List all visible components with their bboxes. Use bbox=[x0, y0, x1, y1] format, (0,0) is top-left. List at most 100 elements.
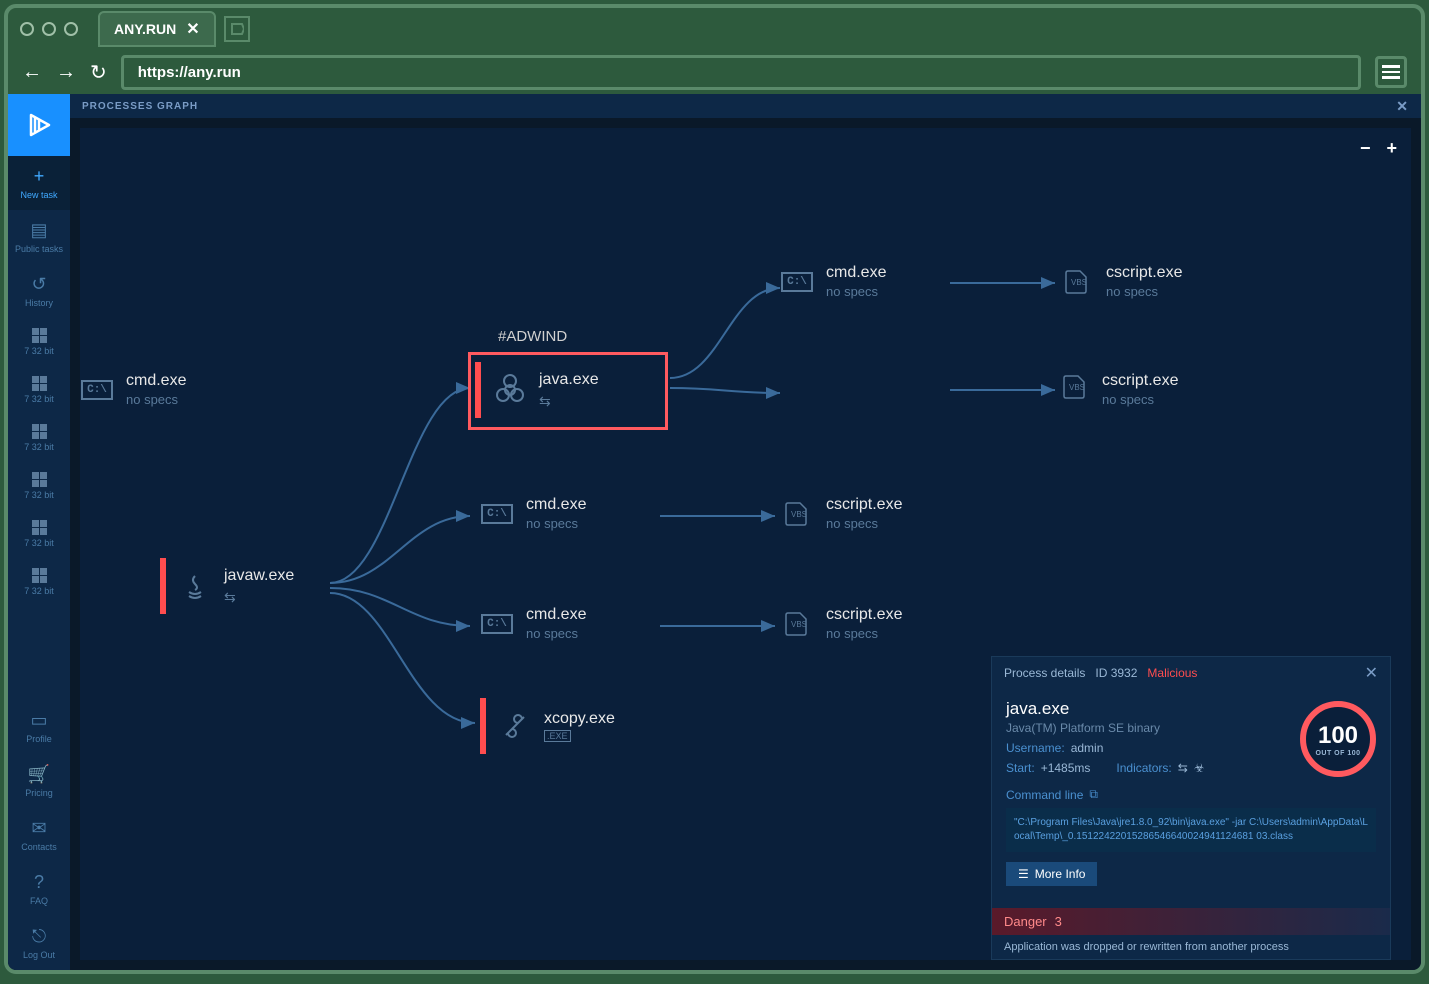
dot[interactable] bbox=[64, 22, 78, 36]
process-node-java[interactable]: java.exe ⇆ bbox=[475, 362, 599, 418]
copy-icon[interactable]: ⧉ bbox=[1089, 787, 1098, 802]
reload-icon[interactable]: ↻ bbox=[90, 60, 107, 85]
back-icon[interactable]: ← bbox=[22, 61, 42, 84]
zoom-out-icon[interactable]: − bbox=[1360, 138, 1371, 159]
sidebar-vm[interactable]: 7 32 bit bbox=[8, 462, 70, 510]
svg-text:VBS: VBS bbox=[791, 620, 807, 629]
svg-text:VBS: VBS bbox=[1069, 383, 1085, 392]
plus-icon: + bbox=[34, 166, 45, 187]
process-node-cmd[interactable]: C:\ cmd.exeno specs bbox=[780, 264, 886, 299]
sidebar-label: 7 32 bit bbox=[24, 538, 54, 548]
menu-icon[interactable] bbox=[1375, 56, 1407, 88]
malware-indicator bbox=[160, 558, 166, 614]
sidebar-logout[interactable]: ⎋Log Out bbox=[8, 916, 70, 970]
close-icon[interactable]: ✕ bbox=[186, 19, 199, 39]
process-node-xcopy[interactable]: xcopy.exe .EXE bbox=[480, 698, 615, 754]
process-node-cscript[interactable]: VBS cscript.exe no specs bbox=[780, 606, 902, 641]
more-info-button[interactable]: ☰ More Info bbox=[1006, 862, 1097, 886]
forward-icon[interactable]: → bbox=[56, 61, 76, 84]
graph-area[interactable]: − + bbox=[80, 128, 1411, 960]
sidebar-contacts[interactable]: ✉Contacts bbox=[8, 808, 70, 862]
sidebar-vm[interactable]: 7 32 bit bbox=[8, 414, 70, 462]
node-name: cscript.exe bbox=[1102, 372, 1178, 390]
mail-icon: ✉ bbox=[31, 818, 46, 839]
network-icon: ⇆ bbox=[1178, 761, 1188, 775]
close-icon[interactable]: ✕ bbox=[1365, 663, 1378, 683]
sidebar-label: 7 32 bit bbox=[24, 346, 54, 356]
process-node-cmd[interactable]: C:\ cmd.exeno specs bbox=[480, 496, 586, 531]
browser-frame: ANY.RUN ✕ ← → ↻ https://any.run + New ta… bbox=[4, 4, 1425, 974]
sidebar-label: 7 32 bit bbox=[24, 442, 54, 452]
close-icon[interactable]: ✕ bbox=[1396, 98, 1409, 115]
logo-icon[interactable] bbox=[8, 94, 70, 156]
details-title: Process details bbox=[1004, 666, 1085, 680]
details-pid: ID 3932 bbox=[1095, 666, 1137, 680]
browser-tab[interactable]: ANY.RUN ✕ bbox=[98, 11, 216, 47]
vbs-icon: VBS bbox=[1060, 372, 1090, 407]
sidebar-vm[interactable]: 7 32 bit bbox=[8, 558, 70, 606]
process-details-panel: Process details ID 3932 Malicious ✕ java… bbox=[991, 656, 1391, 960]
windows-icon bbox=[32, 520, 47, 535]
score-value: 100 bbox=[1318, 722, 1358, 750]
windows-icon bbox=[32, 472, 47, 487]
node-name: xcopy.exe bbox=[544, 710, 615, 728]
node-name: cscript.exe bbox=[1106, 264, 1182, 282]
sidebar-vm[interactable]: 7 32 bit bbox=[8, 366, 70, 414]
zoom-in-icon[interactable]: + bbox=[1386, 138, 1397, 159]
danger-label: Danger bbox=[1004, 914, 1047, 929]
process-node-cscript[interactable]: VBS cscript.exe no specs bbox=[1060, 372, 1178, 407]
url-bar[interactable]: https://any.run bbox=[121, 55, 1361, 90]
vbs-icon: VBS bbox=[780, 607, 814, 641]
sidebar: + New task ▤ Public tasks ↺ History 7 32… bbox=[8, 94, 70, 970]
process-node-javaw[interactable]: javaw.exe ⇆ bbox=[160, 558, 294, 614]
dot[interactable] bbox=[42, 22, 56, 36]
sidebar-faq[interactable]: ? FAQ bbox=[8, 862, 70, 916]
biohazard-icon: ☣ bbox=[1194, 761, 1205, 775]
vbs-icon: VBS bbox=[1060, 265, 1094, 299]
sidebar-profile[interactable]: ▭Profile bbox=[8, 700, 70, 754]
window-dots bbox=[20, 22, 78, 36]
panel-title: PROCESSES GRAPH bbox=[82, 101, 198, 112]
vbs-icon: VBS bbox=[780, 497, 814, 531]
start-value: +1485ms bbox=[1041, 761, 1091, 775]
sidebar-label: New task bbox=[20, 190, 57, 200]
node-sub: no specs bbox=[1102, 392, 1178, 407]
biohazard-icon bbox=[493, 373, 527, 407]
danger-count: 3 bbox=[1055, 914, 1062, 929]
process-node-cmd[interactable]: C:\ cmd.exeno specs bbox=[80, 372, 186, 407]
malware-indicator bbox=[475, 362, 481, 418]
new-tab-button[interactable] bbox=[224, 16, 250, 42]
sidebar-label: FAQ bbox=[30, 896, 48, 906]
dot[interactable] bbox=[20, 22, 34, 36]
cmd-icon: C:\ bbox=[780, 265, 814, 299]
network-icon: ⇆ bbox=[224, 589, 294, 606]
main-area: PROCESSES GRAPH ✕ − + bbox=[70, 94, 1421, 970]
sidebar-new-task[interactable]: + New task bbox=[8, 156, 70, 210]
danger-bar[interactable]: Danger 3 bbox=[992, 908, 1390, 935]
browser-tabs: ANY.RUN ✕ bbox=[8, 8, 1421, 50]
sidebar-public-tasks[interactable]: ▤ Public tasks bbox=[8, 210, 70, 264]
windows-icon bbox=[32, 328, 47, 343]
username-value: admin bbox=[1071, 741, 1104, 755]
sidebar-label: Pricing bbox=[25, 788, 53, 798]
node-sub: no specs bbox=[826, 626, 902, 641]
sidebar-vm[interactable]: 7 32 bit bbox=[8, 510, 70, 558]
process-node-cscript[interactable]: VBS cscript.exeno specs bbox=[780, 496, 902, 531]
profile-icon: ▭ bbox=[30, 710, 47, 731]
help-icon: ? bbox=[34, 872, 44, 893]
sidebar-vm[interactable]: 7 32 bit bbox=[8, 318, 70, 366]
cmd-text: "C:\Program Files\Java\jre1.8.0_92\bin\j… bbox=[1006, 808, 1376, 852]
node-name: cmd.exe bbox=[526, 606, 586, 624]
node-sub: no specs bbox=[826, 516, 902, 531]
node-name: cscript.exe bbox=[826, 606, 902, 624]
sidebar-pricing[interactable]: 🛒Pricing bbox=[8, 754, 70, 808]
sidebar-history[interactable]: ↺ History bbox=[8, 264, 70, 318]
process-node-cmd[interactable]: C:\ cmd.exeno specs bbox=[480, 606, 586, 641]
svg-text:VBS: VBS bbox=[1071, 278, 1087, 287]
windows-icon bbox=[32, 376, 47, 391]
cmd-icon: C:\ bbox=[480, 607, 514, 641]
node-name: cmd.exe bbox=[826, 264, 886, 282]
node-name: cmd.exe bbox=[526, 496, 586, 514]
sidebar-label: Public tasks bbox=[15, 244, 63, 254]
process-node-cscript[interactable]: VBS cscript.exeno specs bbox=[1060, 264, 1182, 299]
